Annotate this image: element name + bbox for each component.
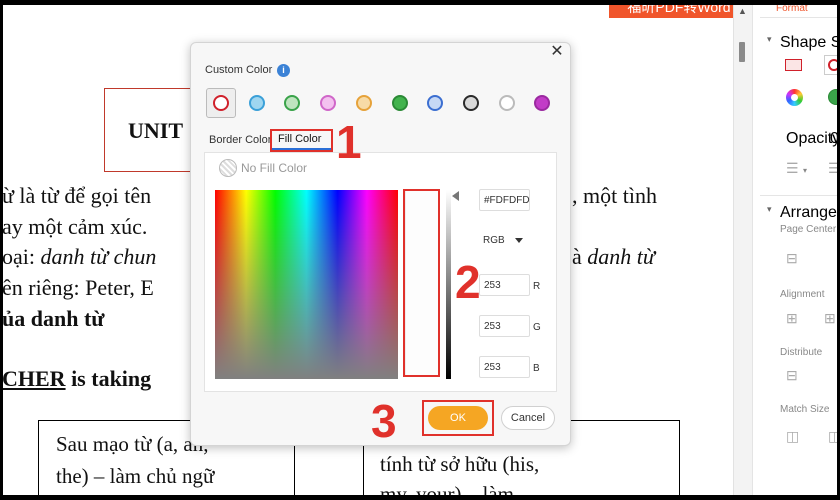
line-style-dropdown-icon[interactable]: ▾ [803, 166, 807, 175]
color-swatch-5[interactable] [355, 95, 372, 111]
red-input[interactable]: 253 [479, 274, 530, 296]
dialog-title: Custom Color [205, 64, 273, 76]
vertical-scrollbar[interactable] [733, 5, 752, 495]
doc-line-3a-text: oại: [2, 244, 41, 269]
match-width-icon[interactable]: ◫ [786, 428, 799, 445]
color-swatch-6[interactable] [391, 95, 408, 111]
scroll-up-icon[interactable]: ▲ [738, 6, 747, 16]
luminance-handle-icon[interactable] [452, 191, 459, 201]
luminance-slider[interactable] [446, 190, 451, 379]
match-size-label: Match Size [780, 404, 830, 415]
annotation-box-2 [403, 189, 440, 377]
scroll-thumb[interactable] [739, 42, 745, 62]
shape-style-label: Shape Style [780, 34, 840, 51]
panel-divider-top [760, 17, 840, 18]
annotation-box-3 [422, 400, 494, 436]
color-swatch-8[interactable] [462, 95, 479, 111]
doc-line-1b: , một tình [572, 183, 657, 208]
chevron-down-icon[interactable] [515, 238, 523, 243]
doc-line-1a: ừ là từ để gọi tên [2, 183, 152, 208]
doc-line-2: ay một cảm xúc. [2, 214, 148, 239]
screenshot-border-bottom [0, 495, 840, 500]
blue-label: B [533, 363, 540, 374]
line-style-icon[interactable]: ☰ [786, 160, 799, 177]
arrange-caret-icon[interactable]: ▾ [767, 204, 772, 215]
cancel-button[interactable]: Cancel [501, 406, 555, 430]
doc-line-5: ủa danh từ [2, 306, 105, 331]
doc-line-6: CHER is taking [2, 366, 151, 392]
green-input[interactable]: 253 [479, 315, 530, 337]
screenshot-border-left [0, 0, 3, 500]
doc-line-3b-italic: danh từ [587, 244, 655, 269]
arrange-label: Arrange [780, 204, 837, 221]
color-swatch-4[interactable] [320, 95, 337, 111]
annotation-number-1: 1 [336, 116, 362, 168]
center-horizontal-icon[interactable]: ⊟ [786, 250, 798, 267]
table-cell-1-line-2: the) – làm chủ ngữ [56, 464, 215, 488]
blue-input[interactable]: 253 [479, 356, 530, 378]
distribute-label: Distribute [780, 347, 823, 358]
distribute-icon[interactable]: ⊟ [786, 367, 798, 384]
hex-input[interactable]: #FDFDFD [479, 189, 530, 211]
page-center-label: Page Center [780, 224, 837, 235]
doc-line-3a-italic: danh từ chun [40, 244, 157, 269]
table-cell-1-line-1: Sau mạo từ (a, an, [56, 432, 209, 456]
color-wheel-icon[interactable] [786, 89, 803, 106]
info-icon[interactable]: i [277, 64, 290, 77]
green-label: G [533, 322, 541, 333]
table-cell-3-line-1: tính từ sở hữu (his, [380, 452, 540, 476]
annotation-number-2: 2 [455, 256, 481, 308]
no-fill-icon[interactable] [219, 159, 237, 177]
red-label: R [533, 281, 541, 292]
color-swatch-1[interactable] [213, 95, 229, 111]
align-left-icon[interactable]: ⊞ [786, 310, 798, 327]
panel-divider-mid [760, 195, 840, 196]
rectangle-style-icon[interactable] [785, 59, 802, 71]
doc-line-6-underlined: CHER [2, 366, 66, 391]
no-fill-option[interactable]: No Fill Color [241, 161, 307, 175]
alignment-label: Alignment [780, 289, 825, 300]
color-swatch-2[interactable] [248, 95, 265, 111]
align-top-icon[interactable]: ⊞ [824, 310, 836, 327]
color-spectrum[interactable] [215, 190, 398, 379]
screenshot-border-top [0, 0, 840, 5]
tab-border-color[interactable]: Border Color [209, 134, 271, 146]
unit-heading: UNIT [128, 118, 184, 143]
doc-line-3a: oại: danh từ chun [2, 244, 156, 270]
doc-line-4: ên riêng: Peter, E [2, 275, 154, 300]
shape-style-caret-icon[interactable]: ▾ [767, 34, 772, 45]
annotation-box-1 [270, 129, 333, 152]
color-swatch-9[interactable] [498, 95, 515, 111]
annotation-number-3: 3 [371, 395, 397, 447]
doc-line-3b: à danh từ [572, 244, 655, 270]
doc-line-3b-text: à [572, 244, 588, 269]
doc-line-6-rest: is taking [65, 366, 152, 391]
close-icon[interactable]: ✕ [549, 43, 565, 61]
